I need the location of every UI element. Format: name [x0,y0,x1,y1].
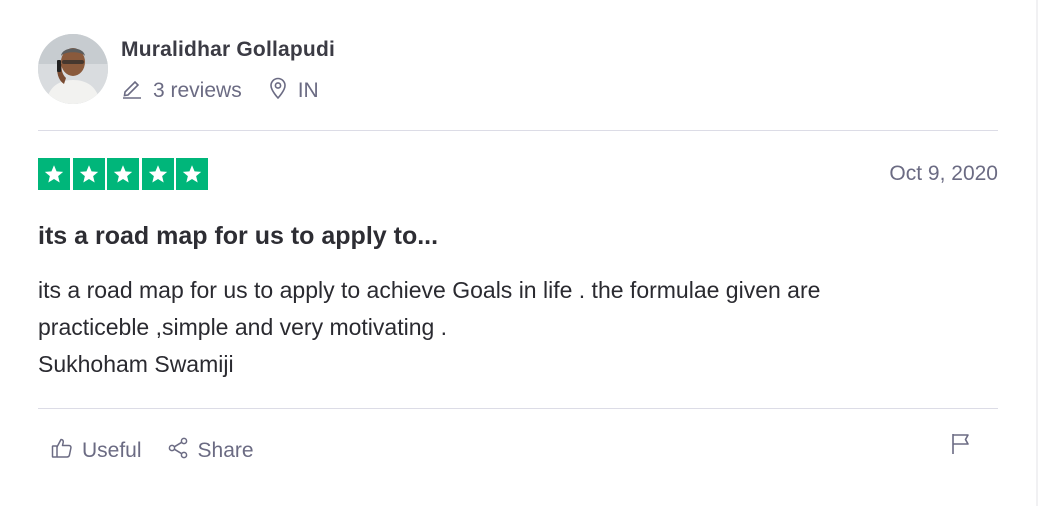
review-card: Muralidhar Gollapudi 3 reviews IN Oct 9,… [38,0,998,506]
useful-label: Useful [82,439,142,462]
star-icon [107,158,139,190]
location-pin-icon [268,77,298,105]
flag-icon [950,434,972,460]
reviewer-meta: 3 reviews IN [121,76,319,106]
star-icon [72,158,105,190]
share-label: Share [197,439,254,462]
star-icon [141,158,174,190]
share-icon [166,436,198,466]
reviewer-name[interactable]: Muralidhar Gollapudi [121,38,335,62]
reviews-count-label: 3 reviews [153,79,242,102]
review-body: its a road map for us to apply to achiev… [38,272,998,383]
review-actions: Useful Share [50,436,254,466]
review-body-line: Sukhoham Swamiji [38,351,234,377]
pencil-icon [121,77,153,105]
reviews-count: 3 reviews [121,77,242,105]
review-body-line: practiceble ,simple and very motivating … [38,314,448,340]
avatar[interactable] [38,34,108,104]
star-icon [38,158,70,190]
thumbs-up-icon [50,436,82,466]
reviewer-location: IN [268,77,319,105]
star-rating [38,158,211,190]
review-date: Oct 9, 2020 [889,162,998,185]
report-button[interactable] [950,432,972,461]
review-body-line: its a road map for us to apply to achiev… [38,277,821,303]
divider [38,130,998,131]
star-icon [176,158,208,190]
share-button[interactable]: Share [166,436,254,466]
useful-button[interactable]: Useful [50,436,142,466]
review-title[interactable]: its a road map for us to apply to... [38,222,438,251]
country-label: IN [297,79,319,102]
divider [38,408,998,409]
